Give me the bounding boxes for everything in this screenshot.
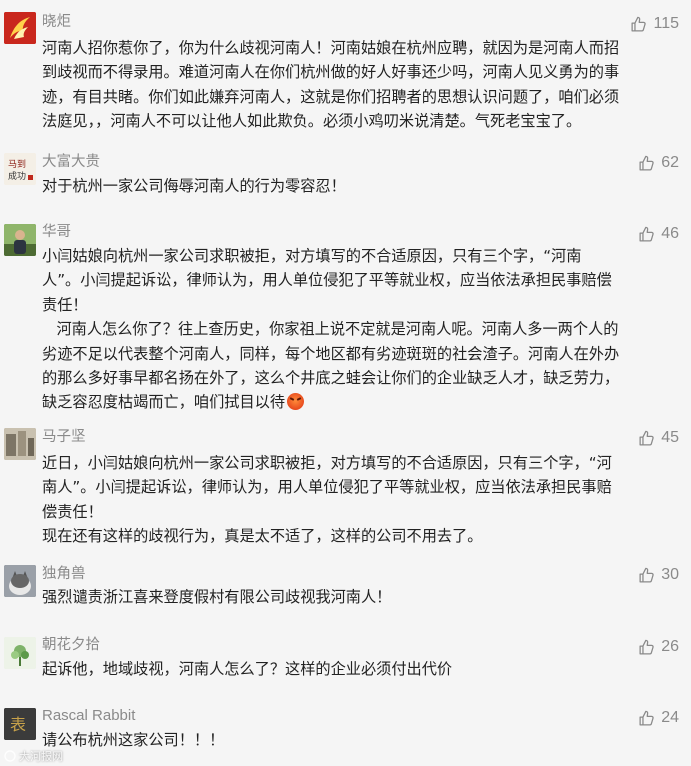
comment-text: 近日，小闫姑娘向杭州一家公司求职被拒，对方填写的不合适原因，只有三个字，“河 南…	[42, 451, 678, 549]
watermark-text: 大河报网	[19, 750, 63, 763]
comment-line: 强烈谴责浙江喜来登度假村有限公司歧视我河南人！	[42, 588, 392, 606]
comment-line: 到歧视而不得录用。难道河南人在你们杭州做的好人好事还少吗，河南人见义勇为的事	[42, 63, 620, 82]
thumbs-up-icon	[639, 639, 654, 655]
comment-author[interactable]: Rascal Rabbit	[42, 706, 135, 726]
like-button[interactable]: 24	[638, 708, 679, 728]
avatar[interactable]: 表	[4, 708, 36, 740]
avatar[interactable]	[4, 224, 36, 256]
svg-text:马到: 马到	[8, 158, 26, 170]
comment-author[interactable]: 晓炬	[42, 12, 71, 32]
angry-face-icon	[287, 393, 304, 411]
comment-line: 起诉他，地域歧视，河南人怎么了？这样的企业必须付出代价	[42, 660, 453, 678]
like-count: 26	[661, 638, 679, 655]
comment-line: 南人”。小闫提起诉讼，律师认为，用人单位侵犯了平等就业权，应当依法承担民事赔	[42, 478, 612, 497]
comment-line: 河南人怎么你了？往上查历史，你家祖上说不定就是河南人呢。河南人多一两个人的	[42, 320, 619, 339]
comment-line: 河南人招你惹你了，你为什么歧视河南人！河南姑娘在杭州应聘，就因为是河南人而招	[42, 39, 620, 57]
avatar[interactable]	[4, 428, 36, 460]
comment-line: 对于杭州一家公司侮辱河南人的行为零容忍！	[42, 177, 346, 195]
like-count: 30	[661, 566, 679, 583]
comment-line: 劣迹不足以代表整个河南人，同样，每个地区都有劣迹斑斑的社会渣子。河南人在外办	[42, 344, 620, 363]
thumbs-up-icon	[639, 226, 654, 242]
comment-line: 人”。小闫提起诉讼，律师认为，用人单位侵犯了平等就业权，应当依法承担民事赔偿	[42, 271, 612, 290]
comment-text: 请公布杭州这家公司！！！	[42, 728, 678, 752]
comment-line: 法庭见，，河南人不可以让他人如此欺负。必须小鸡叨米说清楚。气死老宝宝了。	[42, 112, 582, 131]
avatar[interactable]	[4, 637, 36, 669]
like-button[interactable]: 26	[638, 637, 679, 657]
like-button[interactable]: 62	[638, 153, 679, 173]
comment-text: 强烈谴责浙江喜来登度假村有限公司歧视我河南人！	[42, 585, 678, 609]
like-count: 24	[661, 709, 679, 726]
avatar[interactable]	[4, 565, 36, 597]
comment-feed: 晓炬 115 河南人招你惹你了，你为什么歧视河南人！河南姑娘在杭州应聘，就因为是…	[0, 0, 691, 766]
comment-author[interactable]: 马子坚	[42, 427, 86, 447]
comment-line: 的那么多好事早都名扬在外了，这么个井底之蛙会让你们的企业缺乏人才，缺乏劳力，	[42, 369, 620, 388]
comment-line: 迹，有目共睹。你们如此嫌弃河南人，这就是你们招聘者的思想认识问题了，咱们必须	[42, 87, 620, 106]
comment-author[interactable]: 华哥	[42, 222, 71, 242]
like-count: 46	[661, 225, 679, 242]
comment-line: 责任！	[42, 295, 88, 314]
like-button[interactable]: 45	[638, 428, 679, 448]
like-button[interactable]: 115	[630, 14, 679, 34]
comment-line: 小闫姑娘向杭州一家公司求职被拒，对方填写的不合适原因，只有三个字，“河南	[42, 247, 582, 265]
comment-text: 起诉他，地域歧视，河南人怎么了？这样的企业必须付出代价	[42, 657, 678, 681]
comment-line: 请公布杭州这家公司！！！	[42, 731, 225, 749]
svg-text:成功: 成功	[8, 170, 26, 182]
thumbs-up-icon	[639, 155, 654, 171]
comment-line: 现在还有这样的歧视行为，真是太不适了，这样的公司不用去了。	[42, 527, 483, 546]
thumbs-up-icon	[631, 16, 647, 32]
svg-text:表: 表	[10, 715, 26, 734]
comment-line: 缺乏容忍度枯竭而亡，咱们拭目以待	[42, 390, 678, 414]
comment-text: 对于杭州一家公司侮辱河南人的行为零容忍！	[42, 174, 678, 198]
like-count: 115	[653, 15, 679, 32]
comment-author[interactable]: 大富大贵	[42, 152, 100, 172]
comment-line: 偿责任！	[42, 502, 103, 521]
like-button[interactable]: 30	[638, 565, 679, 585]
thumbs-up-icon	[639, 430, 654, 446]
comment-line-text: 缺乏容忍度枯竭而亡，咱们拭目以待	[42, 393, 285, 412]
like-count: 62	[661, 154, 679, 171]
like-button[interactable]: 46	[638, 224, 679, 244]
comment-author[interactable]: 朝花夕拾	[42, 635, 100, 655]
watermark: 大河报网	[4, 748, 63, 764]
like-count: 45	[661, 429, 679, 446]
comment-author[interactable]: 独角兽	[42, 564, 86, 584]
avatar[interactable]: 马到 成功	[4, 153, 36, 185]
comment-text: 河南人招你惹你了，你为什么歧视河南人！河南姑娘在杭州应聘，就因为是河南人而招 到…	[42, 36, 678, 134]
watermark-logo-icon	[4, 750, 16, 762]
thumbs-up-icon	[639, 710, 654, 726]
thumbs-up-icon	[639, 567, 654, 583]
avatar[interactable]	[4, 12, 36, 44]
comment-line: 近日，小闫姑娘向杭州一家公司求职被拒，对方填写的不合适原因，只有三个字，“河	[42, 454, 612, 472]
comment-text: 小闫姑娘向杭州一家公司求职被拒，对方填写的不合适原因，只有三个字，“河南 人”。…	[42, 244, 678, 415]
